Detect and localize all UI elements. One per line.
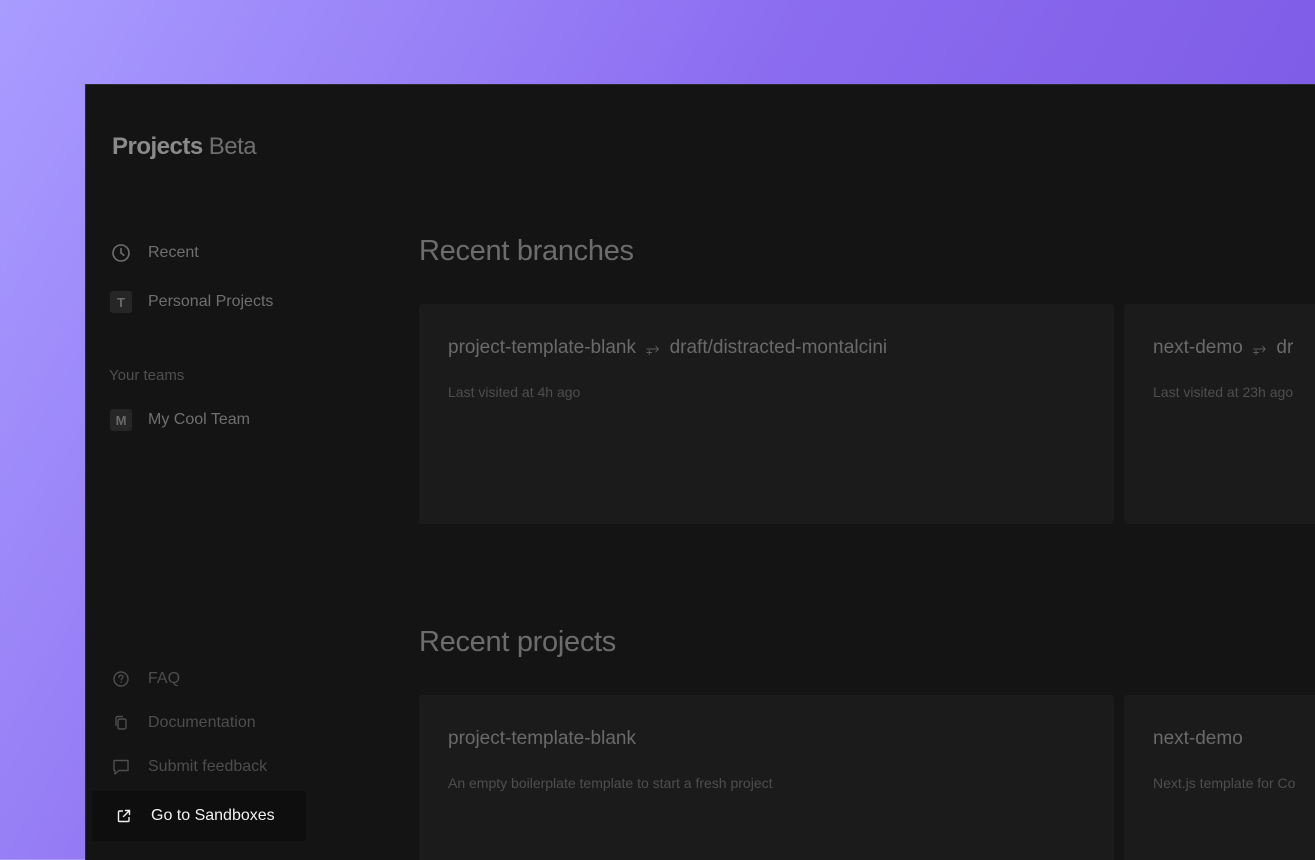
project-name: next-demo — [1153, 728, 1243, 749]
help-circle-icon — [109, 667, 133, 691]
bottom-link-label: Documentation — [148, 714, 256, 731]
documents-icon — [109, 711, 133, 735]
external-link-icon — [112, 804, 136, 828]
sidebar-item-label: My Cool Team — [148, 411, 250, 428]
branch-name: draft/distracted-montalcini — [669, 337, 888, 358]
branch-name: dr — [1276, 337, 1294, 358]
branch-project-name: project-template-blank — [448, 337, 636, 358]
avatar-letter: T — [110, 291, 132, 313]
go-to-sandboxes-button[interactable]: Go to Sandboxes — [92, 791, 306, 841]
project-card[interactable]: next-demo Next.js template for Co — [1124, 695, 1315, 860]
team-avatar: M — [109, 408, 133, 432]
branch-card[interactable]: next-demo ⥅ dr Last visited at 23h ago — [1124, 304, 1315, 524]
project-description: Next.js template for Co — [1153, 775, 1296, 791]
chat-icon — [109, 755, 133, 779]
teams-section-label: Your teams — [109, 367, 185, 384]
branch-arrow-icon: ⥅ — [1252, 338, 1267, 357]
faq-link[interactable]: FAQ — [109, 666, 180, 692]
avatar-letter: M — [110, 409, 132, 431]
bottom-link-label: FAQ — [148, 670, 181, 687]
app-window: Projects Beta Recent T Personal Projects … — [85, 84, 1315, 860]
sidebar-item-my-cool-team[interactable]: M My Cool Team — [109, 407, 250, 433]
project-name: project-template-blank — [448, 728, 636, 749]
branch-project-name: next-demo — [1153, 337, 1243, 358]
recent-branches-heading: Recent branches — [419, 235, 634, 267]
sidebar-item-recent[interactable]: Recent — [109, 240, 199, 266]
branch-card-title: project-template-blank ⥅ draft/distracte… — [448, 337, 887, 359]
project-card[interactable]: project-template-blank An empty boilerpl… — [419, 695, 1114, 860]
branch-last-visited: Last visited at 4h ago — [448, 384, 581, 400]
bottom-link-label: Submit feedback — [148, 758, 268, 775]
brand-tag: Beta — [208, 133, 257, 160]
sandbox-button-label: Go to Sandboxes — [151, 807, 275, 824]
branch-arrow-icon: ⥅ — [645, 338, 660, 357]
branch-last-visited: Last visited at 23h ago — [1153, 384, 1294, 400]
documentation-link[interactable]: Documentation — [109, 710, 256, 736]
clock-icon — [109, 241, 133, 265]
project-description: An empty boilerplate template to start a… — [448, 775, 773, 791]
brand-name: Projects — [112, 133, 203, 160]
branch-card-title: next-demo ⥅ dr — [1153, 337, 1293, 359]
submit-feedback-link[interactable]: Submit feedback — [109, 754, 267, 780]
branch-card[interactable]: project-template-blank ⥅ draft/distracte… — [419, 304, 1114, 524]
recent-projects-heading: Recent projects — [419, 626, 616, 658]
sidebar-item-personal-projects[interactable]: T Personal Projects — [109, 289, 273, 315]
brand-title: Projects Beta — [112, 133, 257, 161]
sidebar-item-label: Personal Projects — [148, 293, 274, 310]
personal-avatar: T — [109, 290, 133, 314]
sidebar-item-label: Recent — [148, 244, 199, 261]
